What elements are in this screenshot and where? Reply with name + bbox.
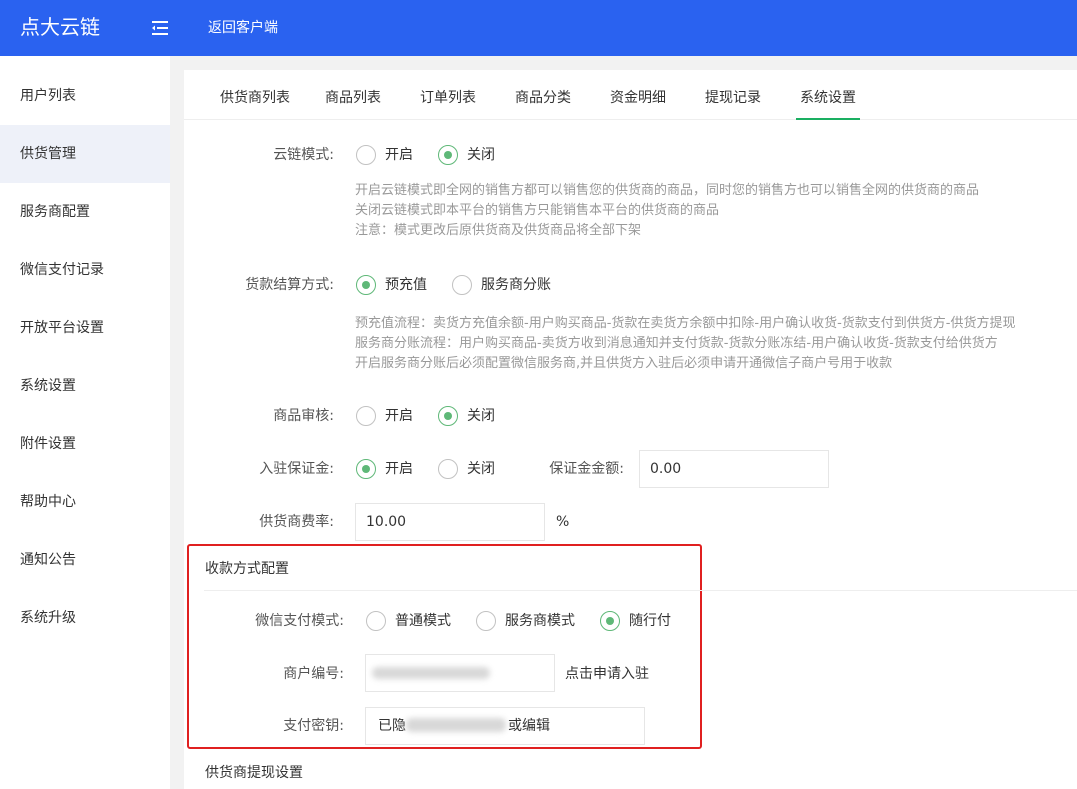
sidebar-item-system-settings[interactable]: 系统设置 bbox=[0, 357, 170, 415]
deposit-on-radio[interactable]: 开启 bbox=[356, 459, 416, 479]
radio-circle-icon bbox=[438, 459, 458, 479]
section-divider bbox=[204, 590, 1077, 591]
cloud-mode-hint-3: 注意：模式更改后原供货商及供货商品将全部下架 bbox=[355, 223, 642, 238]
radio-checked-icon bbox=[438, 406, 458, 426]
radio-circle-icon bbox=[356, 145, 376, 165]
radio-label: 服务商分账 bbox=[481, 277, 551, 293]
pay-key-suffix: 或编辑 bbox=[508, 718, 550, 734]
cloud-mode-on-radio[interactable]: 开启 bbox=[356, 145, 416, 165]
main-panel: 供货商列表 商品列表 订单列表 商品分类 资金明细 提现记录 系统设置 云链模式… bbox=[184, 70, 1077, 789]
sidebar-item-user-list[interactable]: 用户列表 bbox=[0, 67, 170, 125]
pay-key-input[interactable]: 已隐 或编辑 bbox=[365, 707, 645, 745]
withdraw-section-title: 供货商提现设置 bbox=[205, 765, 303, 781]
radio-label: 开启 bbox=[385, 408, 413, 424]
cloud-mode-hint-1: 开启云链模式即全网的销售方都可以销售您的供货商的商品，同时您的销售方也可以销售全… bbox=[355, 183, 980, 198]
settlement-hint-3: 开启服务商分账后必须配置微信服务商,并且供货方入驻后必须申请开通微信子商户号用于… bbox=[355, 356, 893, 371]
tab-fund-details[interactable]: 资金明细 bbox=[610, 70, 666, 120]
settlement-hint-2: 服务商分账流程：用户购买商品-卖货方收到消息通知并支付货款-货款分账冻结-用户确… bbox=[355, 336, 998, 351]
deposit-off-radio[interactable]: 关闭 bbox=[438, 459, 498, 479]
radio-label: 普通模式 bbox=[395, 613, 451, 629]
deposit-amount-label: 保证金金额: bbox=[549, 461, 624, 477]
redacted-value bbox=[406, 718, 506, 732]
fee-rate-unit: % bbox=[556, 514, 570, 530]
payment-section-title: 收款方式配置 bbox=[205, 561, 289, 577]
radio-label: 关闭 bbox=[467, 408, 495, 424]
sidebar-item-notices[interactable]: 通知公告 bbox=[0, 531, 170, 589]
wechat-mode-provider-radio[interactable]: 服务商模式 bbox=[476, 611, 580, 631]
redacted-value bbox=[372, 667, 490, 679]
cloud-mode-off-radio[interactable]: 关闭 bbox=[438, 145, 498, 165]
radio-circle-icon bbox=[366, 611, 386, 631]
radio-label: 随行付 bbox=[629, 613, 671, 629]
settlement-label: 货款结算方式: bbox=[245, 277, 334, 293]
tab-product-category[interactable]: 商品分类 bbox=[515, 70, 571, 120]
radio-checked-icon bbox=[356, 459, 376, 479]
tab-bar: 供货商列表 商品列表 订单列表 商品分类 资金明细 提现记录 系统设置 bbox=[184, 70, 1077, 120]
sidebar-item-help-center[interactable]: 帮助中心 bbox=[0, 473, 170, 531]
menu-fold-icon[interactable] bbox=[150, 18, 170, 38]
sidebar-item-supply-management[interactable]: 供货管理 bbox=[0, 125, 170, 183]
product-review-off-radio[interactable]: 关闭 bbox=[438, 406, 498, 426]
radio-label: 开启 bbox=[385, 461, 413, 477]
fee-rate-input[interactable]: 10.00 bbox=[355, 503, 545, 541]
radio-label: 预充值 bbox=[385, 277, 427, 293]
radio-circle-icon bbox=[452, 275, 472, 295]
app-logo: 点大云链 bbox=[20, 15, 100, 39]
deposit-label: 入驻保证金: bbox=[259, 461, 334, 477]
radio-label: 关闭 bbox=[467, 147, 495, 163]
sidebar-item-system-upgrade[interactable]: 系统升级 bbox=[0, 589, 170, 647]
fee-rate-label: 供货商费率: bbox=[259, 514, 334, 530]
settlement-split-radio[interactable]: 服务商分账 bbox=[452, 275, 552, 295]
product-review-label: 商品审核: bbox=[273, 408, 334, 424]
settlement-prepaid-radio[interactable]: 预充值 bbox=[356, 275, 428, 295]
sidebar-item-wechat-pay-records[interactable]: 微信支付记录 bbox=[0, 241, 170, 299]
radio-circle-icon bbox=[356, 406, 376, 426]
product-review-on-radio[interactable]: 开启 bbox=[356, 406, 416, 426]
tab-withdraw-records[interactable]: 提现记录 bbox=[705, 70, 761, 120]
apply-settle-link[interactable]: 点击申请入驻 bbox=[565, 664, 649, 684]
radio-label: 服务商模式 bbox=[505, 613, 575, 629]
sidebar-item-service-provider-config[interactable]: 服务商配置 bbox=[0, 183, 170, 241]
radio-checked-icon bbox=[600, 611, 620, 631]
pay-key-label: 支付密钥: bbox=[283, 718, 344, 734]
sidebar-item-open-platform-settings[interactable]: 开放平台设置 bbox=[0, 299, 170, 357]
cloud-mode-hint-2: 关闭云链模式即本平台的销售方只能销售本平台的供货商的商品 bbox=[355, 203, 720, 218]
radio-label: 关闭 bbox=[467, 461, 495, 477]
wechat-mode-normal-radio[interactable]: 普通模式 bbox=[366, 611, 456, 631]
deposit-amount-input[interactable]: 0.00 bbox=[639, 450, 829, 488]
wechat-mode-suixingfu-radio[interactable]: 随行付 bbox=[600, 611, 676, 631]
tab-product-list[interactable]: 商品列表 bbox=[325, 70, 381, 120]
sidebar-item-attachment-settings[interactable]: 附件设置 bbox=[0, 415, 170, 473]
settlement-hint-1: 预充值流程：卖货方充值余额-用户购买商品-货款在卖货方余额中扣除-用户确认收货-… bbox=[355, 316, 1016, 331]
radio-checked-icon bbox=[356, 275, 376, 295]
merchant-no-label: 商户编号: bbox=[283, 666, 344, 682]
cloud-mode-label: 云链模式: bbox=[273, 147, 334, 163]
tab-order-list[interactable]: 订单列表 bbox=[420, 70, 476, 120]
radio-checked-icon bbox=[438, 145, 458, 165]
wechat-pay-mode-label: 微信支付模式: bbox=[255, 613, 344, 629]
tab-supplier-list[interactable]: 供货商列表 bbox=[220, 70, 290, 120]
top-navbar: 点大云链 返回客户端 bbox=[0, 0, 1077, 56]
radio-circle-icon bbox=[476, 611, 496, 631]
back-to-client-link[interactable]: 返回客户端 bbox=[208, 18, 278, 38]
merchant-no-input[interactable] bbox=[365, 654, 555, 692]
radio-label: 开启 bbox=[385, 147, 413, 163]
tab-system-settings[interactable]: 系统设置 bbox=[796, 70, 860, 120]
sidebar: 用户列表 供货管理 服务商配置 微信支付记录 开放平台设置 系统设置 附件设置 … bbox=[0, 56, 170, 789]
pay-key-prefix: 已隐 bbox=[378, 718, 406, 734]
